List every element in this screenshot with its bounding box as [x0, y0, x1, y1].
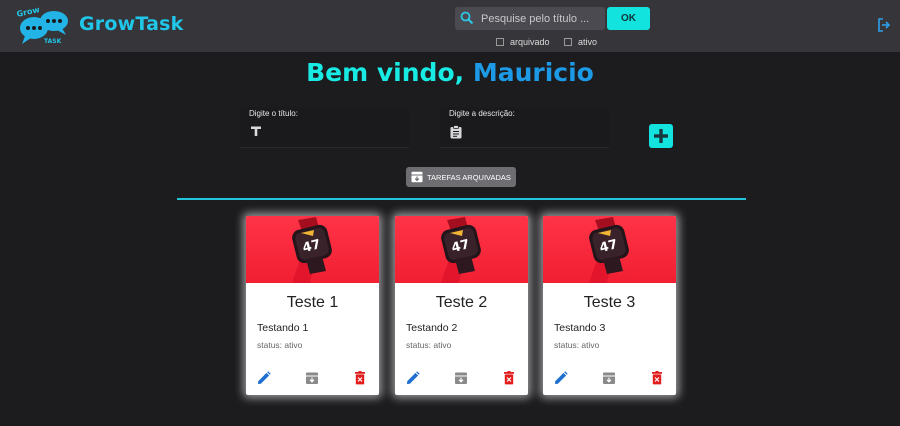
- task-title: Teste 2: [435, 294, 488, 311]
- logout-icon[interactable]: [877, 18, 891, 32]
- plus-icon: [654, 129, 668, 143]
- archived-tasks-label: TAREFAS ARQUIVADAS: [427, 173, 511, 182]
- archive-icon[interactable]: [602, 371, 616, 385]
- task-card-2: 47 Teste 2 Testando 2 status: ativo: [395, 216, 528, 395]
- task-status: status: ativo: [406, 340, 452, 350]
- top-bar: Grow TASK GrowTask OK arquivado ativo: [0, 0, 900, 52]
- active-label: ativo: [578, 37, 598, 47]
- description-field-label: Digite a descrição:: [449, 109, 515, 118]
- task-image: 47: [395, 216, 528, 283]
- task-description: Testando 3: [554, 322, 606, 334]
- smartwatch-icon: 47: [441, 217, 481, 283]
- welcome-greeting: Bem vindo,: [306, 58, 465, 87]
- archived-tasks-button[interactable]: TAREFAS ARQUIVADAS: [406, 167, 516, 187]
- add-task-button[interactable]: [649, 124, 673, 148]
- edit-icon[interactable]: [554, 371, 568, 385]
- delete-icon[interactable]: [502, 371, 516, 385]
- edit-icon[interactable]: [406, 371, 420, 385]
- filter-active[interactable]: ativo: [564, 37, 597, 47]
- edit-icon[interactable]: [257, 371, 271, 385]
- welcome-username: Mauricio: [472, 58, 594, 87]
- search-box: [455, 7, 605, 30]
- welcome-heading: Bem vindo, Mauricio: [0, 58, 900, 87]
- brand-name: GrowTask: [79, 13, 184, 35]
- smartwatch-icon: 47: [589, 217, 629, 283]
- title-input[interactable]: [270, 124, 400, 140]
- svg-text:TASK: TASK: [44, 38, 62, 45]
- archive-icon[interactable]: [454, 371, 468, 385]
- task-status: status: ativo: [257, 340, 303, 350]
- description-input[interactable]: [470, 124, 600, 140]
- task-title: Teste 1: [286, 294, 339, 311]
- filter-archived[interactable]: arquivado: [496, 37, 550, 47]
- section-divider: [177, 198, 746, 200]
- active-checkbox[interactable]: [564, 38, 572, 46]
- task-image: 47: [543, 216, 676, 283]
- delete-icon[interactable]: [353, 371, 367, 385]
- archive-icon[interactable]: [305, 371, 319, 385]
- task-card-1: 47 Teste 1 Testando 1 status: ativo: [246, 216, 379, 395]
- title-field-label: Digite o título:: [249, 109, 298, 118]
- search-icon: [460, 11, 474, 25]
- task-title: Teste 3: [583, 294, 636, 311]
- title-field: Digite o título:: [240, 107, 409, 148]
- growtask-logo: Grow TASK: [16, 6, 68, 45]
- description-field: Digite a descrição:: [440, 107, 609, 148]
- task-description: Testando 1: [257, 322, 309, 334]
- delete-icon[interactable]: [650, 371, 664, 385]
- text-format-icon: [251, 126, 261, 136]
- search-ok-button[interactable]: OK: [607, 7, 650, 30]
- task-status: status: ativo: [554, 340, 600, 350]
- archived-checkbox[interactable]: [496, 38, 504, 46]
- archive-icon: [411, 171, 423, 183]
- clipboard-icon: [450, 125, 462, 139]
- task-card-3: 47 Teste 3 Testando 3 status: ativo: [543, 216, 676, 395]
- archived-label: arquivado: [510, 37, 550, 47]
- task-description: Testando 2: [406, 322, 458, 334]
- svg-text:Grow: Grow: [16, 6, 41, 19]
- task-image: 47: [246, 216, 379, 283]
- smartwatch-icon: 47: [292, 217, 332, 283]
- search-input[interactable]: [481, 10, 601, 27]
